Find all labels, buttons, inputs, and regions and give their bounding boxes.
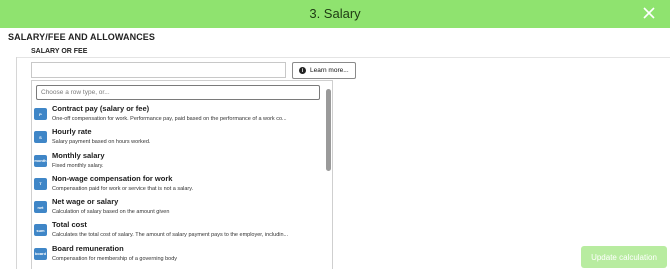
learn-more-label: Learn more...	[310, 67, 349, 74]
row-type-dropdown: P Contract pay (salary or fee) One-off c…	[31, 80, 333, 269]
option-badge: sum	[34, 224, 47, 237]
option-description: One-off compensation for work. Performan…	[52, 116, 287, 122]
option-net-wage[interactable]: net Net wage or salary Calculation of sa…	[32, 197, 326, 220]
row-type-options: P Contract pay (salary or fee) One-off c…	[32, 104, 326, 267]
option-name: Board remuneration	[52, 243, 124, 253]
dialog-header: 3. Salary	[0, 0, 670, 28]
option-description: Calculation of salary based on the amoun…	[52, 209, 170, 216]
option-badge: net	[34, 201, 47, 214]
option-badge: S	[34, 131, 47, 144]
option-description: Compensation for membership of a governi…	[52, 255, 178, 262]
option-description: Calculates the total cost of salary. The…	[52, 232, 289, 239]
option-badge: T	[34, 177, 47, 190]
option-name: Non-wage compensation for work	[52, 173, 173, 183]
option-name: Contract pay (salary or fee)	[52, 104, 150, 113]
section-title: SALARY/FEE AND ALLOWANCES	[8, 32, 156, 42]
option-board-remuneration[interactable]: board Board remuneration Compensation fo…	[32, 244, 326, 267]
option-total-cost[interactable]: sum Total cost Calculates the total cost…	[32, 220, 326, 243]
panel-divider	[16, 57, 670, 58]
option-badge: P	[34, 108, 47, 120]
option-contract-pay[interactable]: P Contract pay (salary or fee) One-off c…	[32, 104, 326, 127]
salary-row-input[interactable]	[31, 62, 286, 78]
panel-border	[16, 57, 17, 269]
option-name: Hourly rate	[52, 127, 92, 137]
info-icon: i	[299, 67, 306, 74]
option-name: Total cost	[52, 220, 87, 230]
option-badge: month	[34, 154, 47, 167]
close-icon[interactable]	[640, 4, 658, 22]
section-subtitle: SALARY OR FEE	[31, 48, 88, 55]
row-type-search-input[interactable]	[36, 85, 320, 100]
option-name: Monthly salary	[52, 150, 105, 160]
option-name: Net wage or salary	[52, 197, 119, 207]
option-badge: board	[34, 247, 47, 260]
learn-more-button[interactable]: i Learn more...	[292, 62, 356, 79]
option-description: Salary payment based on hours worked.	[52, 139, 151, 146]
update-calculation-button[interactable]: Update calculation	[581, 246, 667, 268]
dialog-title: 3. Salary	[309, 6, 361, 21]
option-description: Fixed monthly salary.	[52, 162, 104, 169]
dropdown-scrollbar[interactable]	[326, 89, 331, 171]
option-monthly-salary[interactable]: month Monthly salary Fixed monthly salar…	[32, 151, 326, 174]
option-hourly-rate[interactable]: S Hourly rate Salary payment based on ho…	[32, 127, 326, 150]
option-non-wage-compensation[interactable]: T Non-wage compensation for work Compens…	[32, 174, 326, 197]
option-description: Compensation paid for work or service th…	[52, 185, 194, 192]
